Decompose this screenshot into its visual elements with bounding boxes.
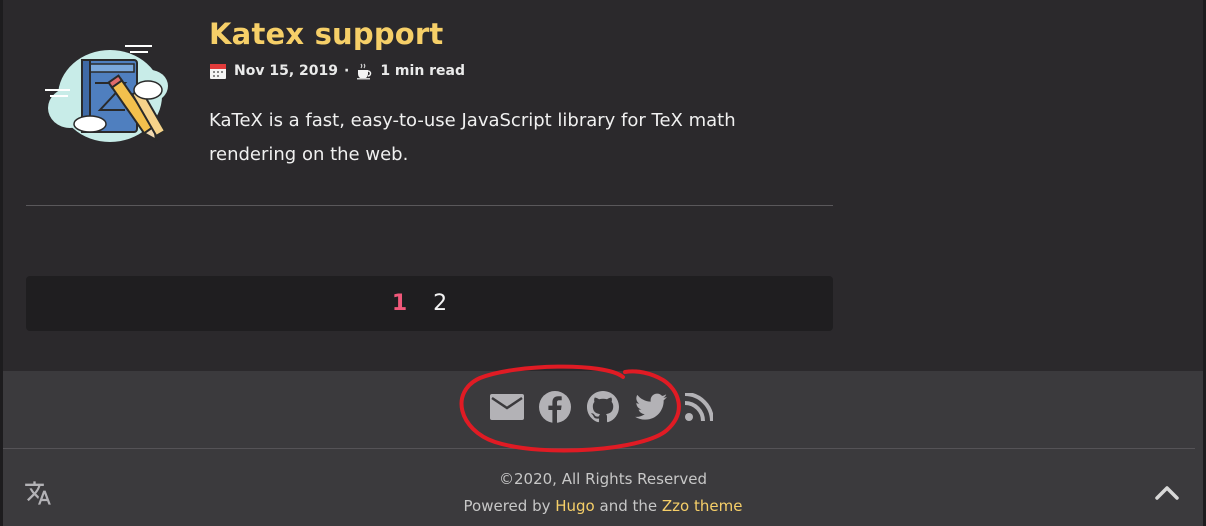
footer-divider: [3, 448, 1195, 449]
post-thumbnail[interactable]: [40, 38, 172, 148]
chevron-up-icon[interactable]: [1154, 483, 1180, 501]
twitter-icon[interactable]: [633, 390, 669, 424]
rss-icon[interactable]: [681, 390, 717, 424]
page-link-1[interactable]: 1: [392, 291, 407, 316]
mail-icon[interactable]: [489, 390, 525, 424]
meta-separator: ·: [343, 63, 350, 79]
main-content: Katex support Nov 15, 2019 · 1 min read …: [3, 0, 1203, 371]
powered-mid: and the: [594, 497, 662, 515]
zzo-theme-link[interactable]: Zzo theme: [662, 497, 743, 515]
page-link-2[interactable]: 2: [433, 291, 447, 316]
powered-by: Powered by Hugo and the Zzo theme: [3, 497, 1203, 515]
pagination: 1 2: [26, 276, 833, 331]
hugo-link[interactable]: Hugo: [555, 497, 595, 515]
site-footer: ©2020, All Rights Reserved Powered by Hu…: [3, 371, 1203, 526]
social-links: [3, 391, 1203, 423]
post-meta: Nov 15, 2019 · 1 min read: [209, 61, 465, 81]
powered-prefix: Powered by: [463, 497, 556, 515]
facebook-icon[interactable]: [537, 390, 573, 424]
post-divider: [26, 205, 833, 206]
coffee-cup-icon: [357, 63, 372, 80]
post-excerpt: KaTeX is a fast, easy-to-use JavaScript …: [209, 110, 736, 165]
github-icon[interactable]: [585, 390, 621, 424]
post-read-time: 1 min read: [380, 63, 466, 79]
copyright-text: ©2020, All Rights Reserved: [499, 470, 707, 488]
calendar-icon: [210, 64, 226, 79]
post-title[interactable]: Katex support: [209, 17, 444, 51]
post-date: Nov 15, 2019: [234, 63, 338, 79]
